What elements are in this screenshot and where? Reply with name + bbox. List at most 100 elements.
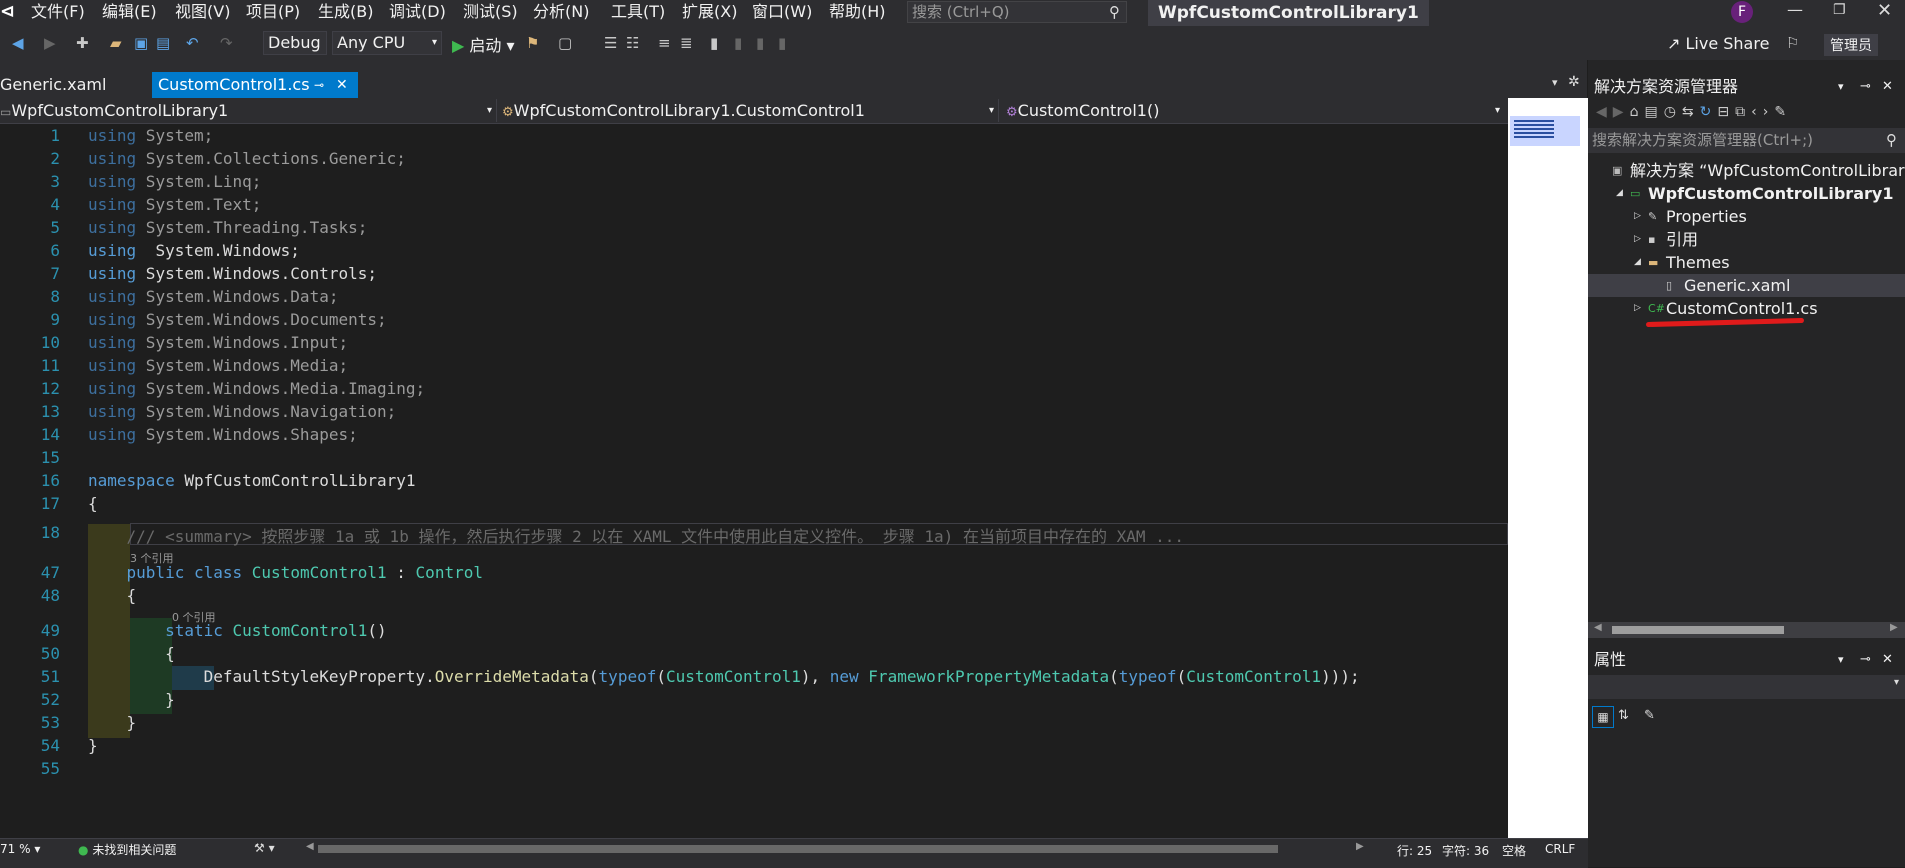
- code-token: DefaultStyleKeyProperty.: [88, 667, 435, 686]
- menu-item[interactable]: 视图(V): [175, 0, 230, 26]
- menu-item[interactable]: 文件(F): [31, 0, 85, 26]
- window-position-icon[interactable]: ▾: [1838, 74, 1844, 100]
- switch-views-icon[interactable]: ▤: [1644, 104, 1663, 120]
- categorized-icon[interactable]: ▦: [1592, 706, 1614, 728]
- scroll-left-icon[interactable]: ◀: [306, 841, 314, 852]
- pending-changes-icon[interactable]: ◷: [1664, 104, 1682, 120]
- forward-icon[interactable]: ▶: [44, 34, 56, 52]
- show-all-files-icon[interactable]: ⧉: [1735, 104, 1751, 120]
- tree-item[interactable]: ▷ C# CustomControl1.cs: [1588, 297, 1905, 320]
- pin-icon[interactable]: ⊸: [314, 72, 324, 98]
- line-ending-indicator[interactable]: CRLF: [1545, 842, 1575, 856]
- expand-arrow-icon[interactable]: ▷: [1634, 228, 1641, 251]
- pin-icon[interactable]: ⊸: [1860, 647, 1871, 673]
- scrollbar-thumb[interactable]: [1612, 626, 1784, 634]
- scroll-left-icon[interactable]: ◀: [1594, 622, 1602, 633]
- solution-hscrollbar[interactable]: ◀ ▶: [1588, 622, 1905, 638]
- restore-button[interactable]: ❐: [1833, 2, 1846, 18]
- zoom-select[interactable]: 71 % ▾: [0, 842, 40, 856]
- collapse-all-icon[interactable]: ⊟: [1717, 104, 1735, 120]
- line-number: 1: [50, 126, 60, 145]
- open-file-icon[interactable]: ▰: [110, 34, 122, 52]
- search-input[interactable]: 搜索 (Ctrl+Q) ⚲: [907, 1, 1127, 23]
- clear-bookmark-icon[interactable]: ▮: [778, 34, 786, 52]
- menu-item[interactable]: 编辑(E): [102, 0, 157, 26]
- home-icon[interactable]: ⌂: [1630, 104, 1645, 120]
- project-dropdown[interactable]: ▭WpfCustomControlLibrary1 ▾: [0, 99, 497, 122]
- tree-item[interactable]: ▷ ✎ Properties: [1588, 205, 1905, 228]
- start-button[interactable]: ▶ 启动 ▾: [452, 32, 515, 56]
- back-icon[interactable]: ◀: [12, 34, 24, 52]
- member-dropdown[interactable]: ⚙CustomControl1() ▾: [1006, 99, 1504, 122]
- scrollbar-thumb[interactable]: [318, 845, 1278, 853]
- expand-arrow-icon[interactable]: ▷: [1634, 205, 1641, 228]
- align-left-icon[interactable]: ☰: [604, 34, 617, 52]
- scroll-right-icon[interactable]: ▶: [1890, 622, 1898, 633]
- code-cleanup-icon[interactable]: ⚒ ▾: [254, 841, 275, 855]
- live-share-button[interactable]: ↗ Live Share: [1667, 34, 1769, 53]
- undo-icon[interactable]: ↶: [186, 34, 199, 52]
- menu-item[interactable]: 工具(T): [611, 0, 665, 26]
- refresh-icon[interactable]: ↻: [1700, 104, 1718, 120]
- redo-icon[interactable]: ↷: [220, 34, 233, 52]
- tree-item[interactable]: ▯ Generic.xaml: [1588, 274, 1905, 297]
- tab-generic-xaml[interactable]: Generic.xaml: [0, 72, 112, 98]
- gear-icon[interactable]: ✲: [1568, 74, 1580, 90]
- line-number: 55: [40, 759, 60, 778]
- view-code-icon[interactable]: ‹›: [1751, 104, 1774, 120]
- expand-arrow-icon[interactable]: ◢: [1634, 251, 1641, 274]
- menu-item[interactable]: 分析(N): [533, 0, 589, 26]
- expand-arrow-icon[interactable]: ▷: [1634, 297, 1641, 320]
- align-icon[interactable]: ☷: [626, 34, 639, 52]
- minimize-button[interactable]: —: [1787, 0, 1803, 19]
- menu-item[interactable]: 窗口(W): [752, 0, 812, 26]
- properties-icon[interactable]: ✎: [1774, 104, 1792, 120]
- menu-item[interactable]: 生成(B): [318, 0, 373, 26]
- scroll-right-icon[interactable]: ▶: [1356, 841, 1364, 852]
- close-icon[interactable]: ✕: [1882, 647, 1893, 673]
- alphabetical-icon[interactable]: ⇅: [1618, 708, 1629, 723]
- window-position-icon[interactable]: ▾: [1838, 647, 1844, 673]
- menu-item[interactable]: 项目(P): [246, 0, 300, 26]
- feedback-icon[interactable]: ⚐: [1786, 34, 1799, 52]
- pin-icon[interactable]: ⊸: [1860, 74, 1871, 100]
- editor-minimap[interactable]: [1508, 98, 1588, 838]
- save-icon[interactable]: ▣: [134, 34, 148, 52]
- new-project-icon[interactable]: ✚: [76, 34, 89, 52]
- property-pages-icon[interactable]: ✎: [1644, 708, 1655, 723]
- class-dropdown[interactable]: ⚙WpfCustomControlLibrary1.CustomControl1…: [502, 99, 999, 122]
- save-all-icon[interactable]: ▤: [156, 34, 170, 52]
- screenshot-icon[interactable]: ▢: [558, 34, 572, 52]
- editor-hscrollbar[interactable]: ◀ ▶: [306, 841, 1366, 857]
- tree-item[interactable]: ◢ ▭ WpfCustomControlLibrary1: [1588, 182, 1905, 205]
- next-bookmark-icon[interactable]: ▮: [756, 34, 764, 52]
- platform-select[interactable]: Any CPU ▾: [332, 31, 442, 55]
- close-window-button[interactable]: ✕: [1877, 0, 1892, 21]
- prev-bookmark-icon[interactable]: ▮: [734, 34, 742, 52]
- avatar[interactable]: F: [1731, 1, 1753, 23]
- menu-item[interactable]: 扩展(X): [682, 0, 737, 26]
- tree-item[interactable]: ▷ ▪ 引用: [1588, 228, 1905, 251]
- configuration-select[interactable]: Debug: [263, 31, 327, 55]
- solution-search-input[interactable]: 搜索解决方案资源管理器(Ctrl+;) ⚲: [1588, 128, 1905, 153]
- menu-item[interactable]: 帮助(H): [829, 0, 886, 26]
- back-icon[interactable]: ◀: [1596, 104, 1613, 120]
- uncomment-icon[interactable]: ≣: [680, 34, 693, 52]
- sync-icon[interactable]: ⇆: [1682, 104, 1700, 120]
- issues-indicator[interactable]: ● 未找到相关问题: [78, 841, 176, 858]
- whitespace-indicator[interactable]: 空格: [1502, 842, 1526, 859]
- forward-icon[interactable]: ▶: [1613, 104, 1630, 120]
- tree-item[interactable]: ▣ 解决方案 “WpfCustomControlLibrary1”: [1588, 159, 1905, 182]
- expand-arrow-icon[interactable]: ◢: [1616, 182, 1623, 205]
- comment-icon[interactable]: ≡: [658, 34, 671, 52]
- close-icon[interactable]: ✕: [336, 72, 348, 98]
- tab-customcontrol1-cs[interactable]: CustomControl1.cs ⊸ ✕: [152, 72, 358, 98]
- properties-object-select[interactable]: ▾: [1588, 675, 1905, 699]
- tree-item[interactable]: ◢ ▬ Themes: [1588, 251, 1905, 274]
- tab-overflow-icon[interactable]: ▾: [1552, 76, 1558, 89]
- menu-item[interactable]: 调试(D): [389, 0, 446, 26]
- close-icon[interactable]: ✕: [1882, 74, 1893, 100]
- menu-item[interactable]: 测试(S): [463, 0, 518, 26]
- browser-link-icon[interactable]: ⚑: [526, 34, 539, 52]
- bookmark-icon[interactable]: ▮: [710, 34, 718, 52]
